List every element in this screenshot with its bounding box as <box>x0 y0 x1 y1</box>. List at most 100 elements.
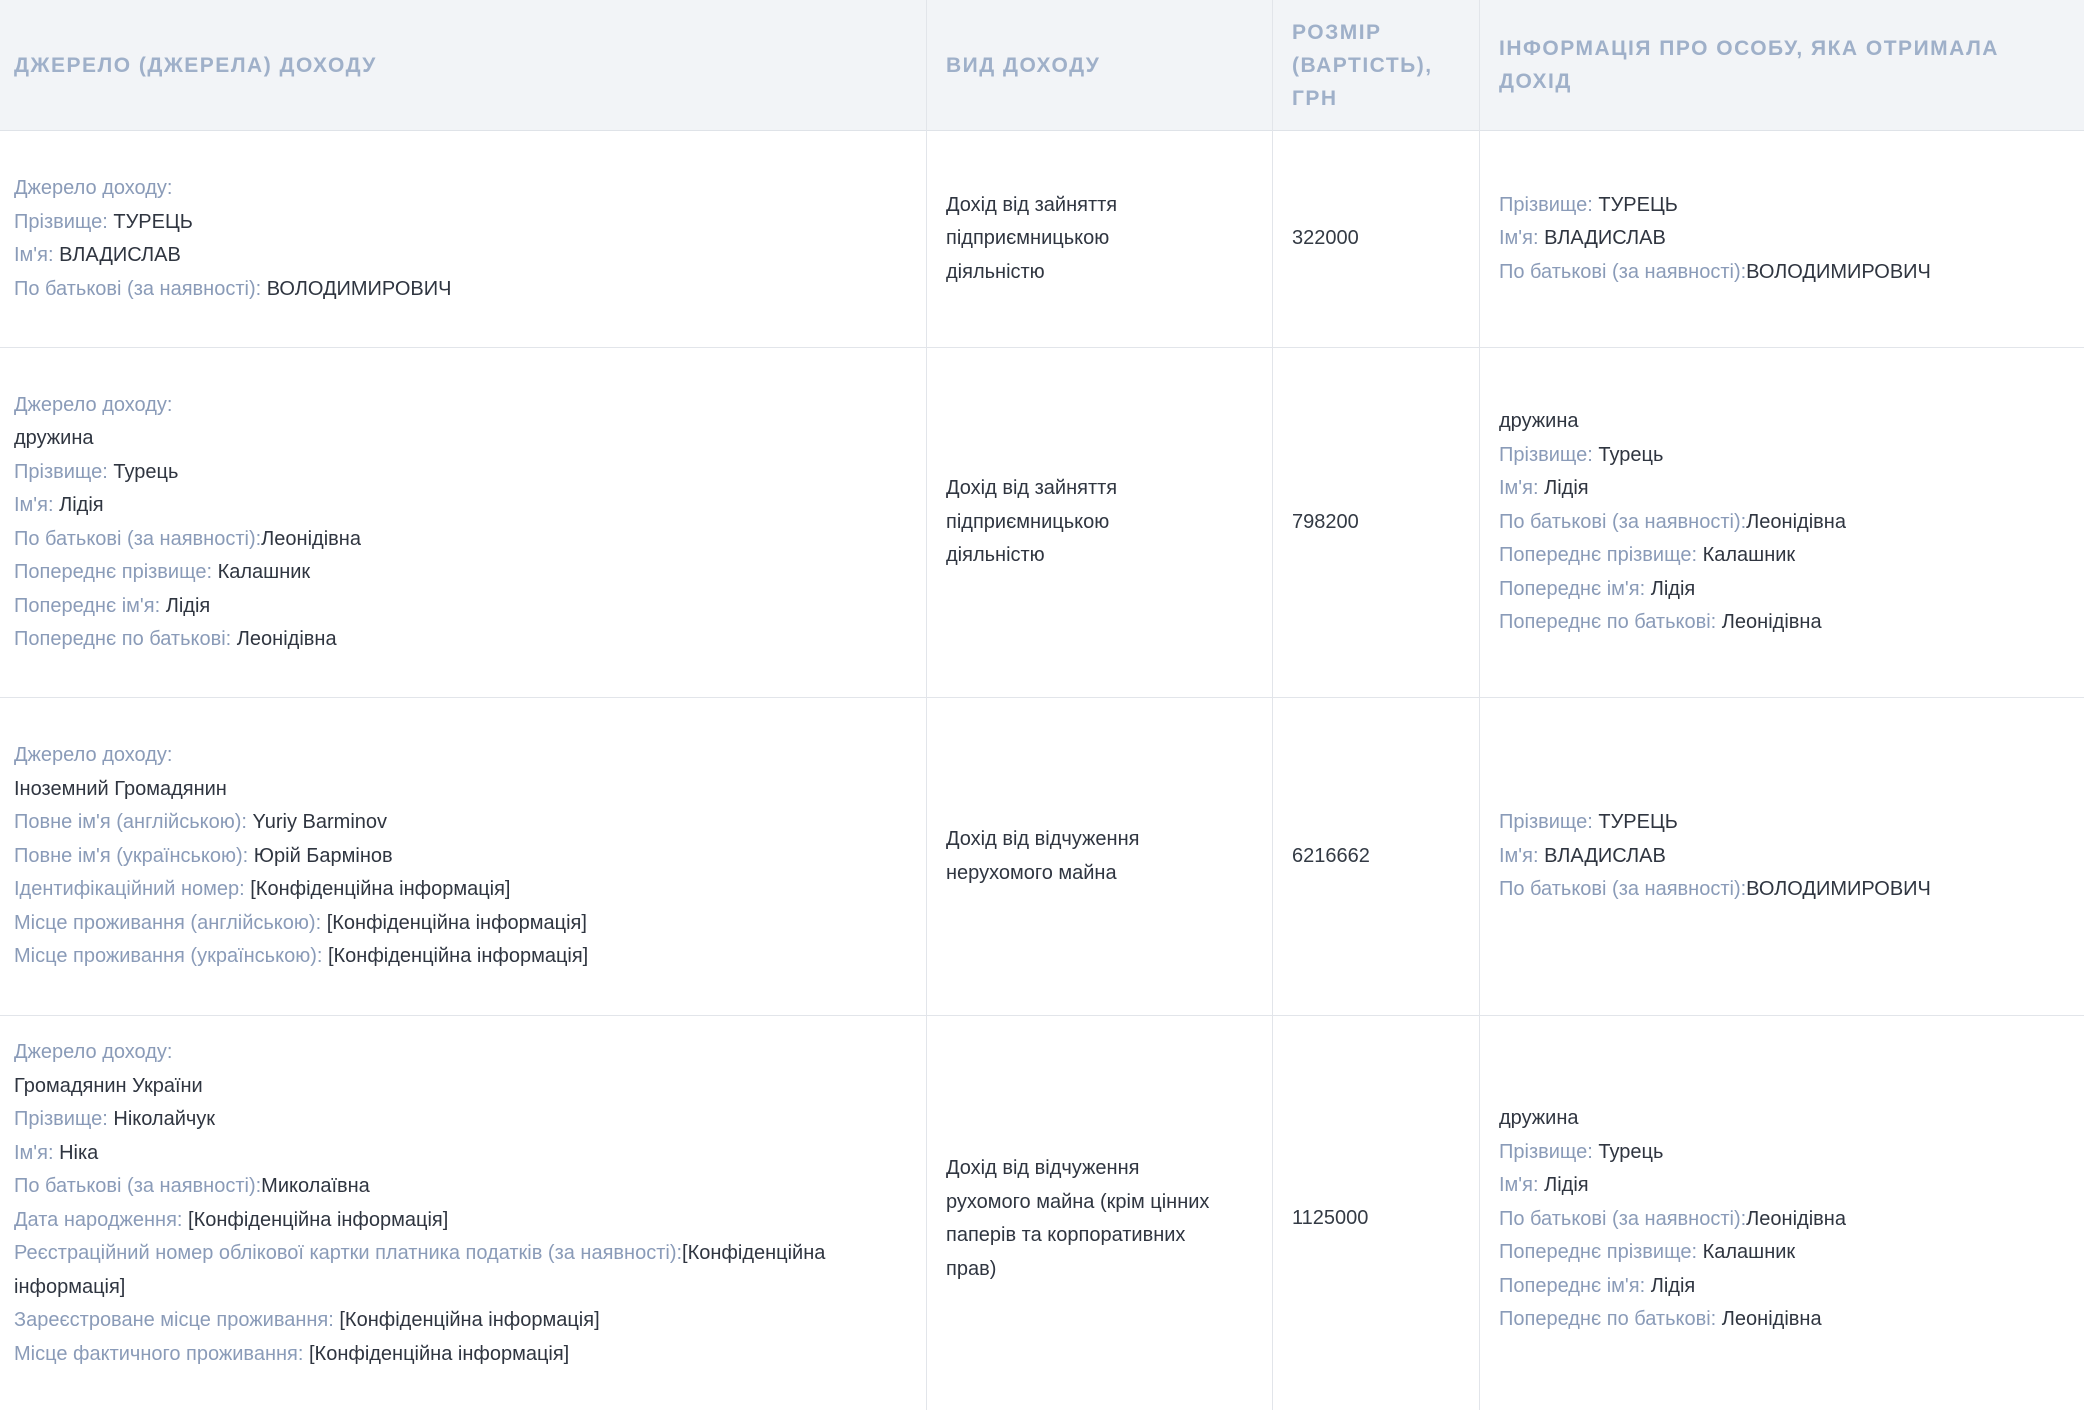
field-label: Ім'я: <box>14 1141 60 1164</box>
field-label: Попереднє прізвище: <box>1499 1241 1703 1263</box>
amount-value: 1125000 <box>1292 1207 1369 1229</box>
field-label: Місце фактичного проживання: <box>14 1342 309 1365</box>
header-income-type: ВИД ДОХОДУ <box>946 53 1101 77</box>
field-value: Турець <box>113 460 179 483</box>
field-line: дружина <box>14 422 361 456</box>
row-divider <box>0 697 2084 698</box>
income-type-cell: Дохід від відчуження нерухомого майна <box>926 698 1272 1015</box>
field-line: Повне ім'я (українською): Юрій Бармінов <box>14 840 588 874</box>
field-line: Попереднє ім'я: Лідія <box>14 590 361 624</box>
income-type-line: підприємницькою <box>946 227 1110 250</box>
row-divider <box>0 1015 2084 1016</box>
field-value: ТУРЕЦЬ <box>113 210 193 233</box>
field-line: Джерело доходу: <box>14 1036 912 1070</box>
field-value: Миколаївна <box>261 1175 370 1197</box>
field-label: По батькові (за наявності): <box>1499 260 1747 283</box>
field-label: Ім'я: <box>1499 227 1545 250</box>
field-line: Попереднє прізвище: Калашник <box>14 556 361 590</box>
field-line: Ім'я: ВЛАДИСЛАВ <box>14 239 451 273</box>
field-label: Прізвище: <box>14 1108 114 1130</box>
field-label: Прізвище: <box>1499 1140 1599 1163</box>
field-line: дружина <box>1499 1102 1846 1136</box>
field-line: Ім'я: ВЛАДИСЛАВ <box>1499 840 1931 874</box>
field-line: По батькові (за наявності):Леонідівна <box>14 523 361 557</box>
header-income-recipient: ІНФОРМАЦІЯ ПРО ОСОБУ, ЯКА ОТРИМАЛА ДОХІД <box>1499 37 1999 93</box>
field-line: Попереднє прізвище: Калашник <box>1499 539 1846 573</box>
column-divider <box>1272 0 1273 1410</box>
field-value: [Конфіденційна інформація] <box>339 1309 600 1331</box>
field-line: Попереднє ім'я: Лідія <box>1499 1270 1846 1304</box>
income-type-line: Дохід від зайняття <box>946 193 1118 216</box>
source-cell: Джерело доходу: дружина Прізвище: Турець Ім… <box>0 348 926 697</box>
field-label: По батькові (за наявності): <box>14 277 267 300</box>
income-type-line: Дохід від відчуження <box>946 828 1140 850</box>
field-line: Ідентифікаційний номер: [Конфіденційна і… <box>14 873 588 907</box>
field-line: Прізвище: ТУРЕЦЬ <box>14 206 451 240</box>
field-value: дружина <box>1499 410 1579 433</box>
field-value: Леонідівна <box>1721 1308 1822 1330</box>
field-label: Попереднє по батькові: <box>14 628 237 650</box>
field-value: Калашник <box>1702 544 1796 567</box>
income-type-cell: Дохід від зайняття підприємницькою діяльні… <box>926 131 1272 347</box>
field-value: Громадянин України <box>14 1074 203 1097</box>
field-line: Ім'я: Лідія <box>14 489 361 523</box>
field-label: Попереднє ім'я: <box>1499 1274 1651 1297</box>
field-value: Турець <box>1598 1140 1664 1163</box>
field-line: Дата народження: [Конфіденційна інформац… <box>14 1204 912 1238</box>
table-row: Джерело доходу: Громадянин України Прізвищ… <box>0 1016 2084 1410</box>
field-label: Місце проживання (англійською): <box>14 911 327 934</box>
field-label: По батькові (за наявності): <box>14 527 262 550</box>
field-label: Прізвище: <box>14 210 114 233</box>
field-label: Ім'я: <box>1499 477 1545 500</box>
field-value: ВОЛОДИМИРОВИЧ <box>1746 878 1931 901</box>
field-value: Леонідівна <box>261 527 361 550</box>
field-value: Калашник <box>217 561 311 583</box>
field-line: Попереднє по батькові: Леонідівна <box>1499 606 1846 640</box>
field-value: Лідія <box>1650 1274 1696 1297</box>
field-value: Леонідівна <box>1721 611 1822 634</box>
field-line: Місце фактичного проживання: [Конфіденці… <box>14 1338 912 1372</box>
field-value: Іноземний Громадянин <box>14 777 227 800</box>
field-value: Турець <box>1598 443 1664 466</box>
income-type-line: Дохід від відчуження <box>946 1157 1140 1179</box>
amount-value: 322000 <box>1292 227 1359 250</box>
field-label: Попереднє прізвище: <box>1499 544 1703 567</box>
field-label: Дата народження: <box>14 1208 189 1231</box>
source-cell: Джерело доходу: Іноземний Громадянин Повне… <box>0 698 926 1015</box>
field-value: дружина <box>1499 1107 1579 1129</box>
income-table: ДЖЕРЕЛО (ДЖЕРЕЛА) ДОХОДУ ВИД ДОХОДУ РОЗМ… <box>0 0 2084 1410</box>
field-line: По батькові (за наявності):Миколаївна <box>14 1170 912 1204</box>
field-label: По батькові (за наявності): <box>1499 510 1747 533</box>
field-value: ВЛАДИСЛАВ <box>59 244 181 266</box>
amount-cell: 6216662 <box>1272 698 1479 1015</box>
field-value: Леонідівна <box>1746 1207 1846 1230</box>
field-value: [Конфіденційна інформація] <box>327 945 589 968</box>
field-line: Ім'я: Лідія <box>1499 1169 1846 1203</box>
field-line: Реєстраційний номер облікової картки пла… <box>14 1237 912 1304</box>
field-label: Джерело доходу: <box>14 1041 173 1063</box>
header-income-amount: РОЗМІР (ВАРТІСТЬ), ГРН <box>1292 20 1433 110</box>
field-label: Прізвище: <box>1499 443 1599 466</box>
field-value: ВОЛОДИМИРОВИЧ <box>1746 260 1931 283</box>
field-label: Зареєстроване місце проживання: <box>14 1309 340 1331</box>
field-line: Зареєстроване місце проживання: [Конфіде… <box>14 1304 912 1338</box>
table-row: Джерело доходу: Прізвище: ТУРЕЦЬ Ім'я: ВЛА… <box>0 131 2084 347</box>
field-line: По батькові (за наявності):Леонідівна <box>1499 1203 1846 1237</box>
field-value: [Конфіденційна інформація] <box>188 1208 449 1231</box>
field-value: ВЛАДИСЛАВ <box>1544 227 1666 250</box>
field-line: По батькові (за наявності):ВОЛОДИМИРОВИЧ <box>1499 256 1931 290</box>
field-line: По батькові (за наявності):Леонідівна <box>1499 506 1846 540</box>
field-value: дружина <box>14 427 94 449</box>
income-type-line: Дохід від зайняття <box>946 477 1118 500</box>
field-value: Леонідівна <box>236 628 337 650</box>
field-line: Громадянин України <box>14 1070 912 1104</box>
amount-value: 798200 <box>1292 510 1359 533</box>
income-type-line: паперів та корпоративних <box>946 1224 1186 1246</box>
field-value: [Конфіденційна інформація] <box>326 911 587 934</box>
field-label: Джерело доходу: <box>14 177 173 199</box>
amount-cell: 322000 <box>1272 131 1479 347</box>
field-label: Ім'я: <box>14 244 60 266</box>
column-divider <box>1479 0 1480 1410</box>
field-value: Леонідівна <box>1746 510 1846 533</box>
income-type-cell: Дохід від відчуження рухомого майна (крім… <box>926 1016 1272 1410</box>
